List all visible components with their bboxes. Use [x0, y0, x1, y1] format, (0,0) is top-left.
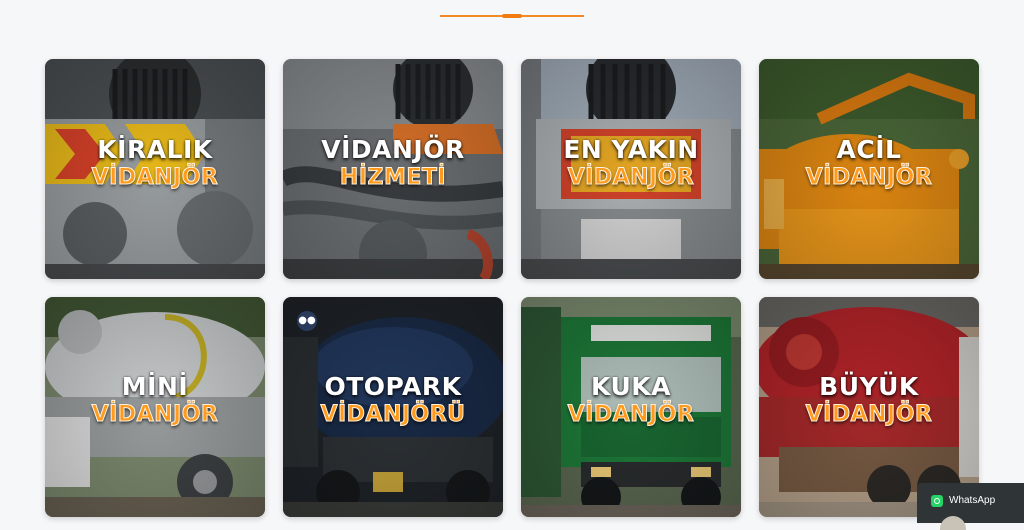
title-divider-left [440, 15, 502, 17]
service-grid: KİRALIK VİDANJÖR VİDANJÖR HİZMETİ EN YAK… [45, 59, 979, 517]
service-caption: ACİL VİDANJÖR [759, 59, 979, 279]
whatsapp-label: WhatsApp [949, 495, 996, 506]
service-subtitle: VİDANJÖR [91, 402, 219, 428]
service-subtitle: VİDANJÖR [567, 165, 695, 191]
service-title: VİDANJÖR [321, 135, 465, 164]
whatsapp-icon [931, 495, 943, 507]
service-subtitle: VİDANJÖRÜ [320, 402, 466, 428]
service-subtitle: VİDANJÖR [91, 165, 219, 191]
service-card-kiralik-vidanjor[interactable]: KİRALIK VİDANJÖR [45, 59, 265, 279]
service-card-mini-vidanjor[interactable]: MİNİ VİDANJÖR [45, 297, 265, 517]
service-title: OTOPARK [324, 372, 462, 401]
title-divider-right [522, 15, 584, 17]
service-title: ACİL [836, 135, 902, 164]
service-caption: MİNİ VİDANJÖR [45, 297, 265, 517]
service-title: BÜYÜK [819, 372, 919, 401]
service-card-kuka-vidanjor[interactable]: KUKA VİDANJÖR [521, 297, 741, 517]
service-subtitle: VİDANJÖR [805, 165, 933, 191]
service-card-vidanjor-hizmeti[interactable]: VİDANJÖR HİZMETİ [283, 59, 503, 279]
service-card-en-yakin-vidanjor[interactable]: EN YAKIN VİDANJÖR [521, 59, 741, 279]
service-caption: OTOPARK VİDANJÖRÜ [283, 297, 503, 517]
title-divider-accent [502, 14, 522, 18]
service-subtitle: HİZMETİ [339, 165, 447, 191]
service-title: KUKA [591, 372, 671, 401]
service-title: MİNİ [121, 372, 189, 401]
service-caption: KİRALIK VİDANJÖR [45, 59, 265, 279]
service-caption: KUKA VİDANJÖR [521, 297, 741, 517]
service-card-acil-vidanjor[interactable]: ACİL VİDANJÖR [759, 59, 979, 279]
service-subtitle: VİDANJÖR [805, 402, 933, 428]
service-caption: VİDANJÖR HİZMETİ [283, 59, 503, 279]
whatsapp-button[interactable]: WhatsApp [917, 483, 1024, 523]
section-header-band [0, 0, 1024, 42]
service-card-otopark-vidanjoru[interactable]: ●● OTOPARK VİDANJÖRÜ [283, 297, 503, 517]
service-subtitle: VİDANJÖR [567, 402, 695, 428]
service-title: KİRALIK [97, 135, 213, 164]
service-caption: EN YAKIN VİDANJÖR [521, 59, 741, 279]
service-title: EN YAKIN [563, 135, 699, 164]
